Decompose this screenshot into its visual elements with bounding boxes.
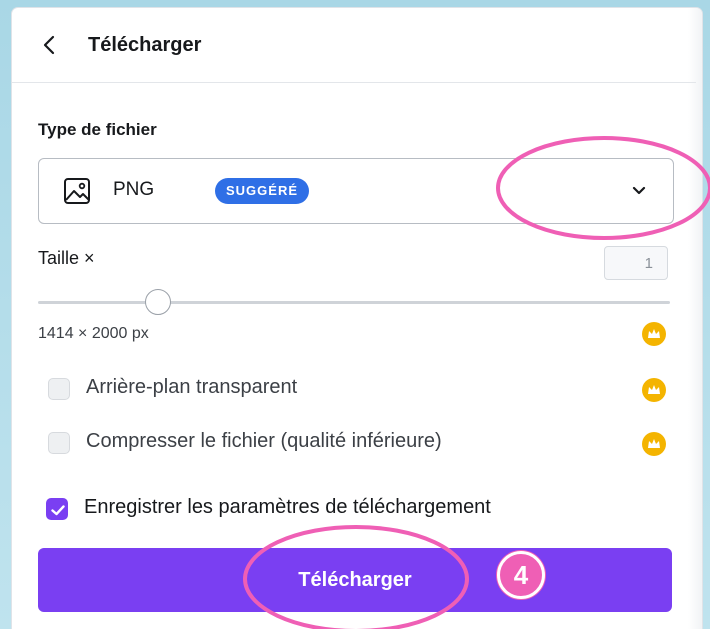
file-type-value: PNG <box>113 179 155 200</box>
checkbox-checked[interactable] <box>46 498 68 520</box>
size-label: Taille × <box>38 248 95 268</box>
download-button[interactable]: Télécharger <box>38 548 672 612</box>
step-number-badge: 4 <box>497 551 545 599</box>
download-panel: Télécharger Type de fichier PNG SUGGÉRÉ … <box>12 8 702 629</box>
size-scale-input[interactable]: 1 <box>604 246 668 280</box>
chevron-down-icon[interactable] <box>629 181 649 201</box>
suggested-badge: SUGGÉRÉ <box>215 178 310 204</box>
file-type-label: Type de fichier <box>38 120 157 139</box>
image-dimensions: 1414 × 2000 px <box>38 325 149 342</box>
page-title: Télécharger <box>88 34 202 56</box>
size-slider-thumb[interactable] <box>145 289 172 315</box>
chevron-left-icon[interactable] <box>38 33 62 57</box>
crown-icon <box>642 432 666 456</box>
option-label: Arrière-plan transparent <box>86 376 298 398</box>
size-slider-track[interactable] <box>38 301 670 304</box>
crown-icon <box>642 378 666 402</box>
panel-header: Télécharger <box>12 8 696 83</box>
image-icon <box>63 177 91 205</box>
option-label: Enregistrer les paramètres de télécharge… <box>84 496 491 518</box>
panel-edge <box>688 8 702 629</box>
option-label: Compresser le fichier (qualité inférieur… <box>86 430 442 452</box>
file-type-select[interactable]: PNG SUGGÉRÉ <box>38 158 674 224</box>
checkbox[interactable] <box>48 432 70 454</box>
checkbox[interactable] <box>48 378 70 400</box>
check-icon <box>51 505 65 516</box>
crown-icon <box>642 322 666 346</box>
